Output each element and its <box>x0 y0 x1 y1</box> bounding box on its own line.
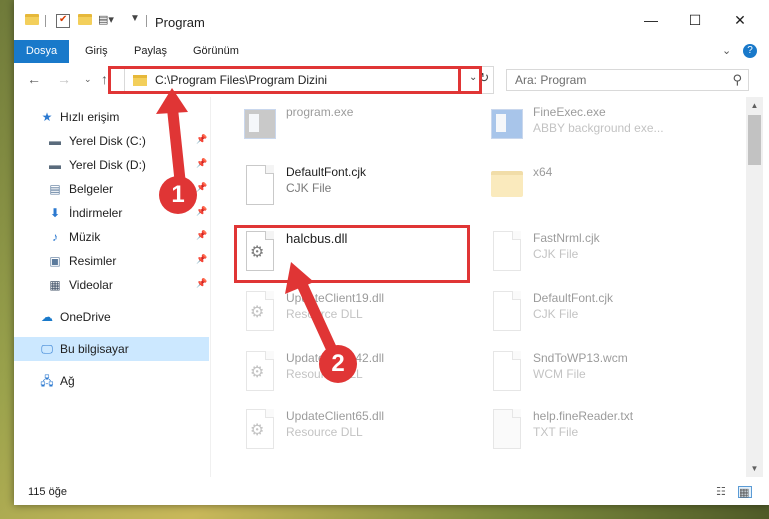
step-marker-1: 1 <box>159 176 197 214</box>
annotation-arrows <box>156 88 338 356</box>
arrow-head-1 <box>156 88 188 114</box>
arrow-to-address-bar <box>166 98 186 186</box>
step-marker-2: 2 <box>319 345 357 383</box>
arrow-to-file <box>294 274 338 356</box>
